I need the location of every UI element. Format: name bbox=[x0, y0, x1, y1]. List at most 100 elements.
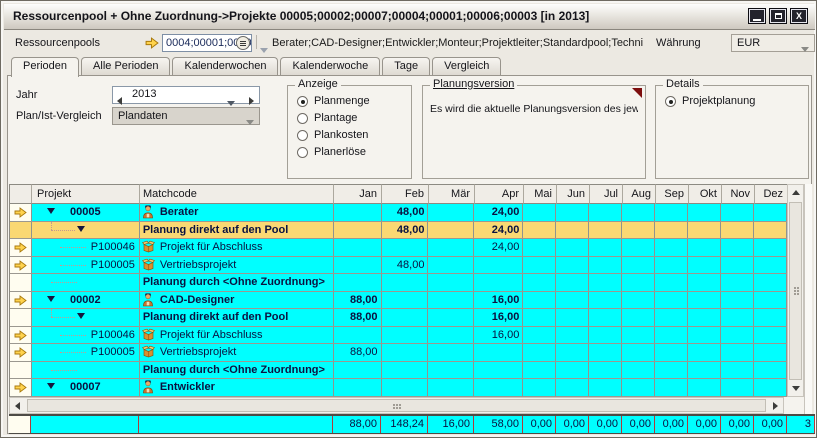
value-cell-sep[interactable] bbox=[655, 361, 689, 378]
value-cell-sep[interactable] bbox=[655, 326, 689, 343]
value-cell-jun[interactable] bbox=[556, 326, 590, 343]
link-arrow-icon[interactable] bbox=[14, 242, 27, 256]
radio-planerlöse[interactable] bbox=[297, 146, 308, 158]
value-cell-sep[interactable] bbox=[655, 291, 689, 308]
value-cell-jun[interactable] bbox=[556, 221, 590, 238]
value-cell-nov[interactable] bbox=[721, 326, 754, 343]
value-cell-mai[interactable] bbox=[523, 274, 557, 291]
value-cell-feb[interactable] bbox=[381, 274, 429, 291]
value-cell-okt[interactable] bbox=[688, 326, 722, 343]
value-cell-nov[interactable] bbox=[721, 204, 754, 221]
vertical-scroll-thumb[interactable] bbox=[789, 202, 802, 380]
value-cell-jul[interactable] bbox=[589, 239, 623, 256]
value-cell-jun[interactable] bbox=[556, 309, 590, 326]
value-cell-mär[interactable] bbox=[428, 344, 475, 361]
value-cell-sep[interactable] bbox=[655, 379, 689, 396]
value-cell-nov[interactable] bbox=[721, 239, 754, 256]
value-cell-mär[interactable] bbox=[428, 326, 475, 343]
pools-dropdown-arrow-icon[interactable] bbox=[260, 40, 268, 58]
value-cell-okt[interactable] bbox=[688, 379, 722, 396]
value-cell-mär[interactable] bbox=[428, 256, 475, 273]
year-spinner[interactable]: 2013 bbox=[112, 86, 260, 106]
value-cell-jun[interactable] bbox=[556, 291, 590, 308]
value-cell-jun[interactable] bbox=[556, 344, 590, 361]
restore-button[interactable] bbox=[769, 8, 787, 24]
value-cell-apr[interactable]: 16,00 bbox=[474, 309, 524, 326]
value-cell-jan[interactable] bbox=[333, 379, 382, 396]
value-cell-mai[interactable] bbox=[523, 291, 557, 308]
value-cell-dez[interactable] bbox=[753, 291, 787, 308]
expander-icon[interactable] bbox=[46, 208, 55, 214]
value-cell-okt[interactable] bbox=[688, 204, 722, 221]
horizontal-scrollbar[interactable] bbox=[9, 397, 784, 414]
value-cell-mär[interactable] bbox=[428, 291, 475, 308]
expander-icon[interactable] bbox=[46, 383, 55, 389]
tab-kalenderwochen[interactable]: Kalenderwochen bbox=[172, 57, 279, 75]
value-cell-aug[interactable] bbox=[622, 326, 656, 343]
value-cell-okt[interactable] bbox=[688, 309, 722, 326]
value-cell-aug[interactable] bbox=[622, 239, 656, 256]
value-cell-nov[interactable] bbox=[721, 274, 754, 291]
tab-perioden[interactable]: Perioden bbox=[11, 57, 80, 77]
value-cell-jun[interactable] bbox=[556, 274, 590, 291]
minimize-button[interactable] bbox=[748, 8, 766, 24]
link-arrow-icon[interactable] bbox=[14, 347, 27, 361]
value-cell-aug[interactable] bbox=[622, 221, 656, 238]
value-cell-feb[interactable] bbox=[381, 344, 429, 361]
value-cell-jul[interactable] bbox=[589, 326, 623, 343]
value-cell-mär[interactable] bbox=[428, 239, 475, 256]
value-cell-jan[interactable] bbox=[333, 256, 382, 273]
plan-ist-select[interactable]: Plandaten bbox=[112, 107, 260, 125]
value-cell-jul[interactable] bbox=[589, 221, 623, 238]
value-cell-jul[interactable] bbox=[589, 291, 623, 308]
value-cell-dez[interactable] bbox=[753, 204, 787, 221]
scroll-up-icon[interactable] bbox=[788, 185, 803, 200]
value-cell-nov[interactable] bbox=[721, 361, 754, 378]
value-cell-feb[interactable] bbox=[381, 309, 429, 326]
value-cell-jun[interactable] bbox=[556, 361, 590, 378]
value-cell-jan[interactable]: 88,00 bbox=[333, 344, 382, 361]
value-cell-mai[interactable] bbox=[523, 221, 557, 238]
vertical-scrollbar[interactable] bbox=[787, 184, 804, 397]
horizontal-scroll-thumb[interactable] bbox=[27, 399, 766, 412]
value-cell-sep[interactable] bbox=[655, 344, 689, 361]
value-cell-okt[interactable] bbox=[688, 274, 722, 291]
currency-select[interactable]: EUR bbox=[731, 34, 815, 52]
scroll-down-icon[interactable] bbox=[788, 381, 803, 396]
value-cell-jun[interactable] bbox=[556, 204, 590, 221]
value-cell-apr[interactable] bbox=[474, 379, 524, 396]
value-cell-mär[interactable] bbox=[428, 204, 475, 221]
value-cell-aug[interactable] bbox=[622, 309, 656, 326]
value-cell-jan[interactable] bbox=[333, 239, 382, 256]
value-cell-feb[interactable] bbox=[381, 379, 429, 396]
close-button[interactable]: X bbox=[790, 8, 808, 24]
value-cell-apr[interactable]: 16,00 bbox=[474, 291, 524, 308]
value-cell-dez[interactable] bbox=[753, 361, 787, 378]
value-cell-apr[interactable]: 16,00 bbox=[474, 326, 524, 343]
value-cell-nov[interactable] bbox=[721, 344, 754, 361]
value-cell-dez[interactable] bbox=[753, 309, 787, 326]
link-arrow-icon[interactable] bbox=[14, 259, 27, 274]
value-cell-apr[interactable] bbox=[474, 361, 524, 378]
value-cell-aug[interactable] bbox=[622, 291, 656, 308]
value-cell-dez[interactable] bbox=[753, 221, 787, 238]
value-cell-jan[interactable] bbox=[333, 326, 382, 343]
value-cell-aug[interactable] bbox=[622, 256, 656, 273]
value-cell-apr[interactable] bbox=[474, 344, 524, 361]
value-cell-mai[interactable] bbox=[523, 344, 557, 361]
value-cell-jul[interactable] bbox=[589, 361, 623, 378]
value-cell-jul[interactable] bbox=[589, 274, 623, 291]
value-cell-aug[interactable] bbox=[622, 361, 656, 378]
link-arrow-icon[interactable] bbox=[14, 329, 27, 344]
value-cell-dez[interactable] bbox=[753, 239, 787, 256]
value-cell-feb[interactable]: 48,00 bbox=[381, 204, 429, 221]
value-cell-apr[interactable] bbox=[474, 256, 524, 273]
scroll-left-icon[interactable] bbox=[10, 398, 25, 413]
value-cell-apr[interactable]: 24,00 bbox=[474, 239, 524, 256]
tab-alle-perioden[interactable]: Alle Perioden bbox=[81, 57, 171, 75]
value-cell-okt[interactable] bbox=[688, 291, 722, 308]
value-cell-mär[interactable] bbox=[428, 361, 475, 378]
radio-plankosten[interactable] bbox=[297, 129, 308, 141]
value-cell-jan[interactable]: 88,00 bbox=[333, 309, 382, 326]
link-arrow-icon[interactable] bbox=[145, 36, 159, 54]
